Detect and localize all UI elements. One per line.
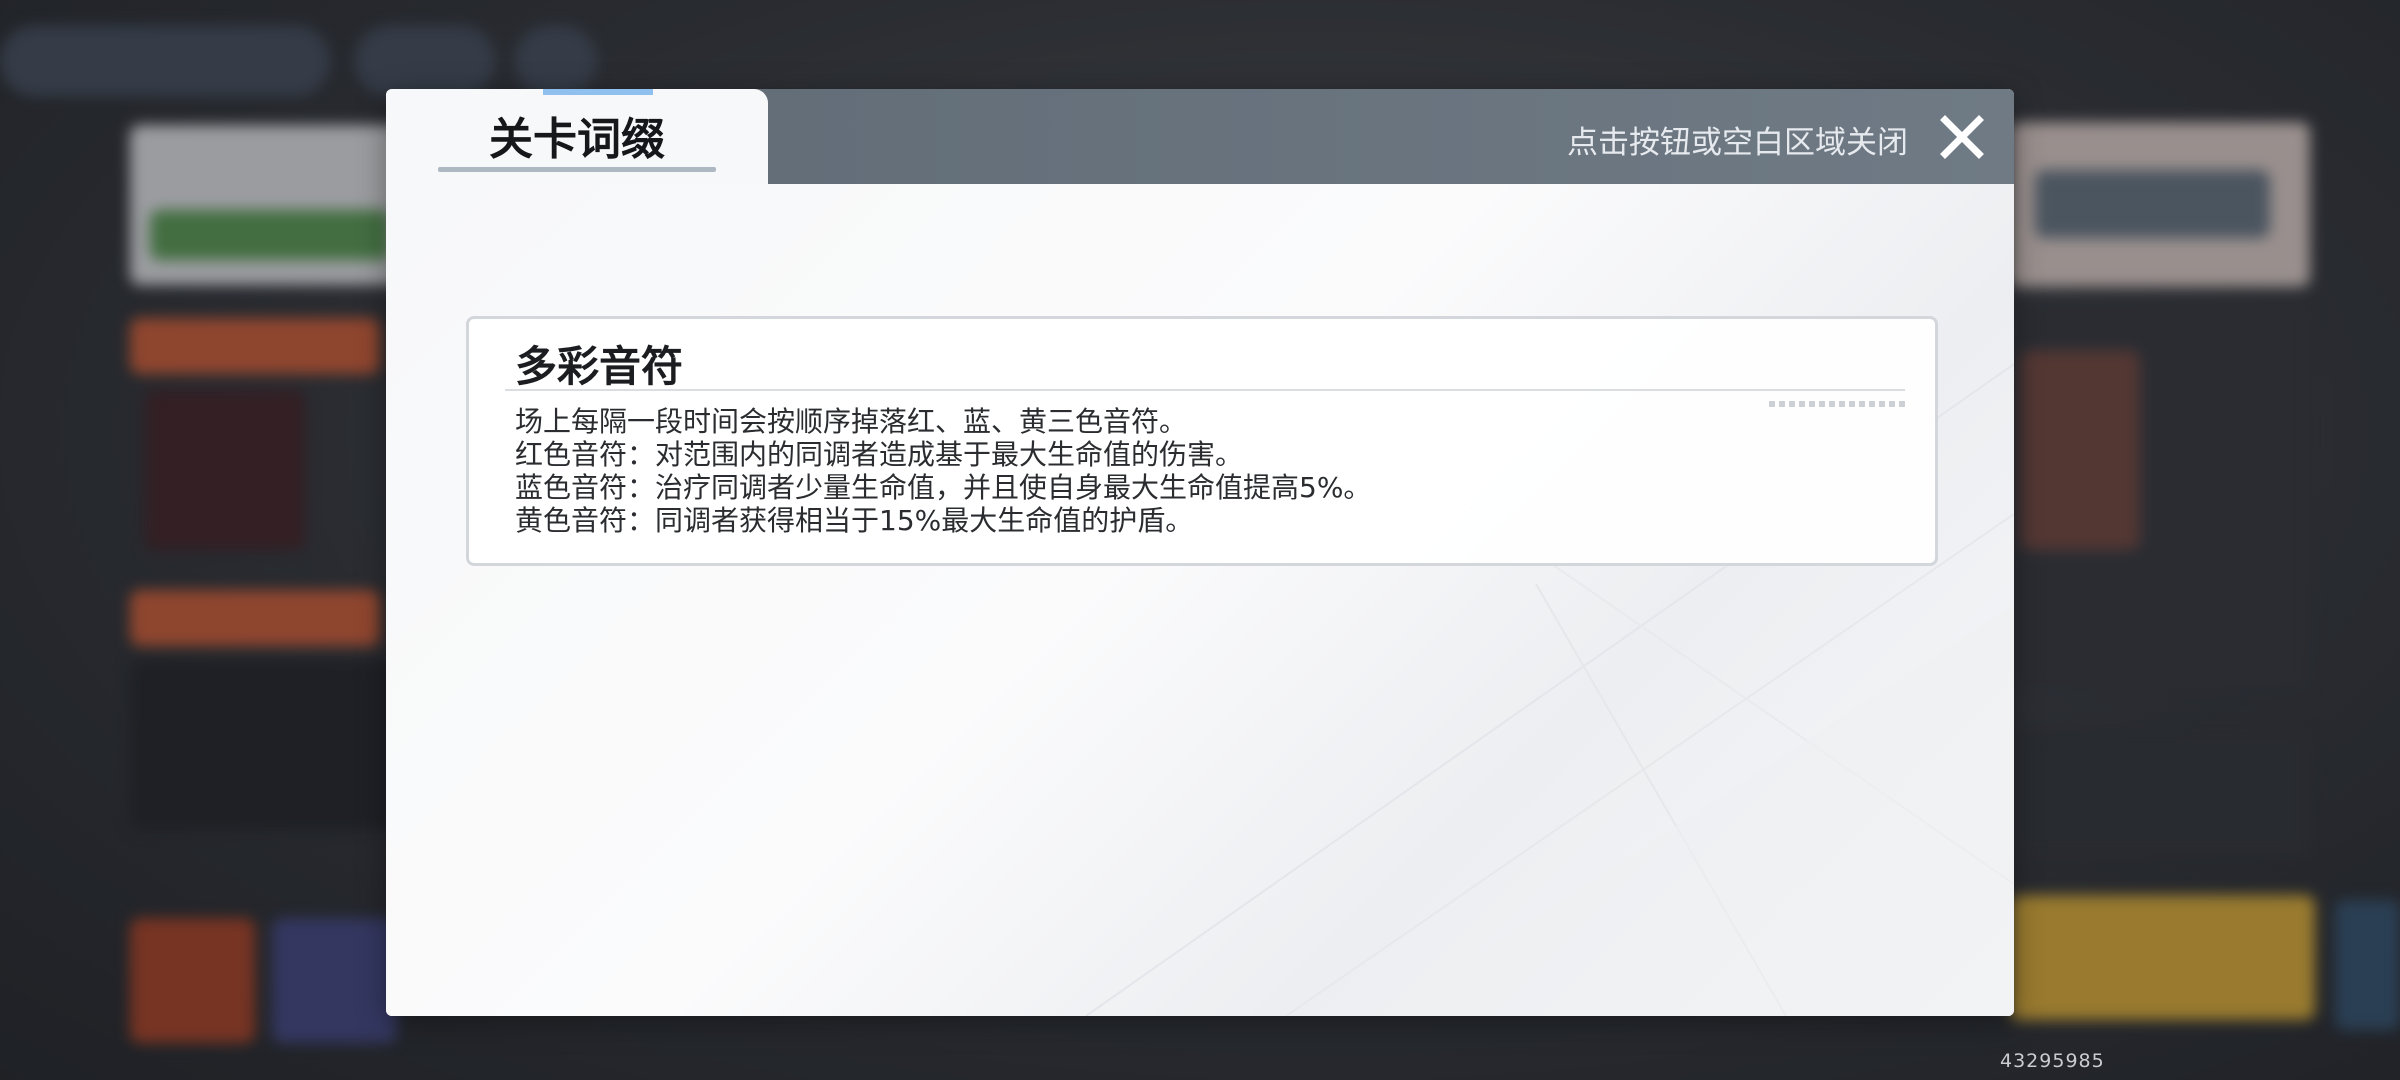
tab-stage-affix[interactable]: 关卡词缀 [386, 89, 768, 184]
build-id: 43295985 [2000, 1050, 2105, 1072]
affix-description-line: 蓝色音符：治疗同调者少量生命值，并且使自身最大生命值提高5%。 [515, 471, 1372, 504]
affix-card: 多彩音符 场上每隔一段时间会按顺序掉落红、蓝、黄三色音符。 红色音符：对范围内的… [466, 316, 1938, 566]
stage-affix-modal: 关卡词缀 点击按钮或空白区域关闭 多彩音符 场上每隔一段时间会按顺序掉落红、蓝、… [386, 89, 2014, 1016]
affix-title: 多彩音符 [515, 342, 684, 391]
close-hint: 点击按钮或空白区域关闭 [1567, 125, 1908, 161]
affix-description-line: 黄色音符：同调者获得相当于15%最大生命值的护盾。 [515, 504, 1194, 537]
tab-underline [438, 167, 716, 172]
affix-decoration [1769, 401, 1909, 407]
affix-description-line: 红色音符：对范围内的同调者造成基于最大生命值的伤害。 [515, 438, 1244, 471]
affix-divider [505, 389, 1905, 391]
background-decoration [1085, 363, 2014, 1016]
affix-description: 场上每隔一段时间会按顺序掉落红、蓝、黄三色音符。 红色音符：对范围内的同调者造成… [515, 405, 1371, 537]
tab-stage-affix-label: 关卡词缀 [489, 114, 665, 165]
close-icon [1940, 115, 1984, 159]
close-button[interactable] [1934, 109, 1990, 165]
modal-body[interactable]: 多彩音符 场上每隔一段时间会按顺序掉落红、蓝、黄三色音符。 红色音符：对范围内的… [386, 184, 2014, 1016]
modal-header: 关卡词缀 点击按钮或空白区域关闭 [386, 89, 2014, 184]
affix-description-line: 场上每隔一段时间会按顺序掉落红、蓝、黄三色音符。 [515, 405, 1188, 438]
